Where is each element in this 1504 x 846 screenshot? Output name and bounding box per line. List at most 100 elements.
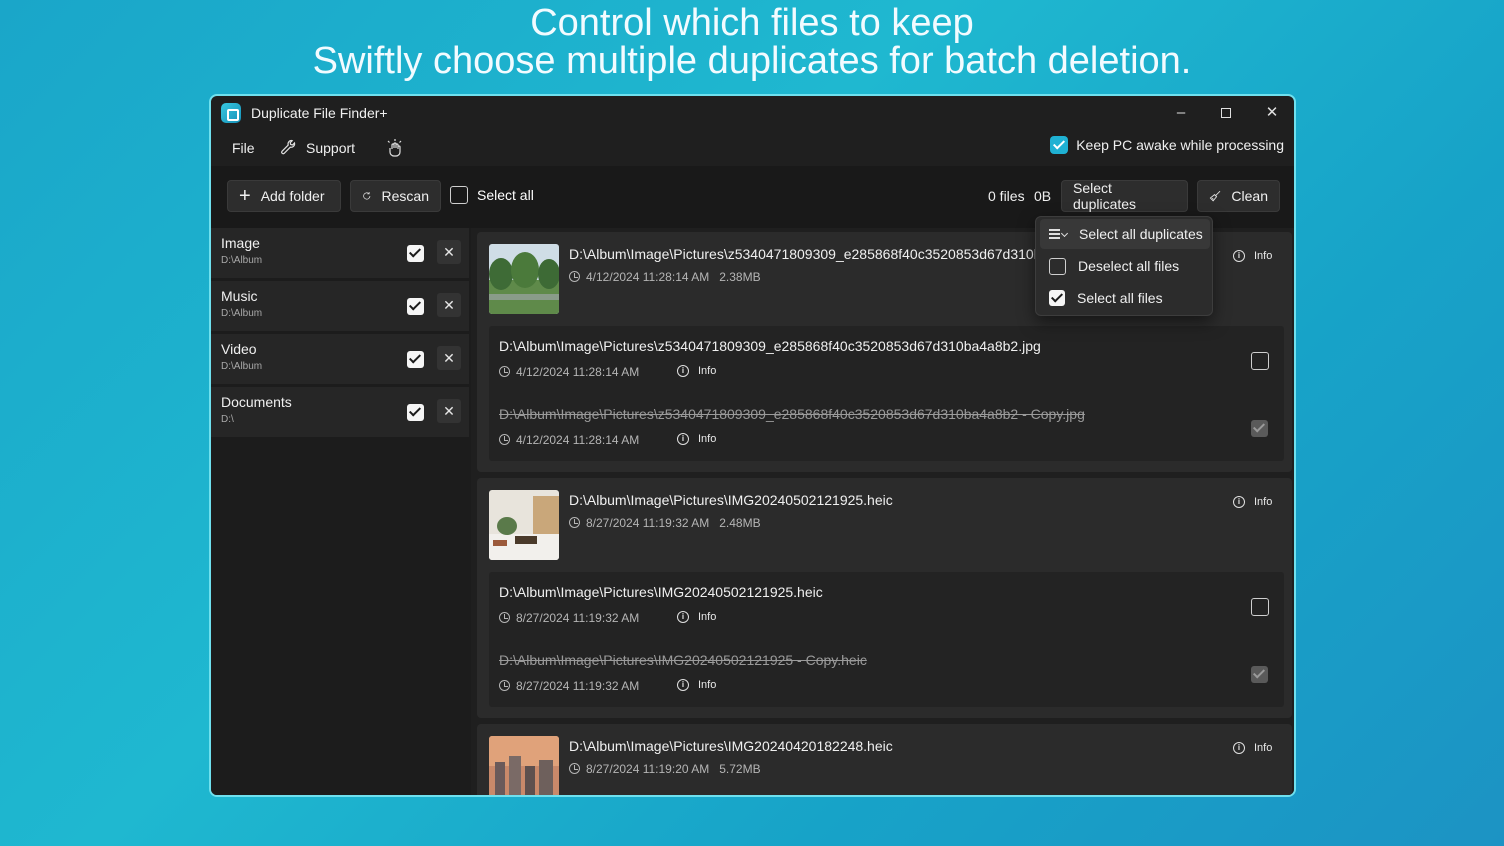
group-size: 2.48MB <box>719 516 761 530</box>
folder-path: D:\ <box>221 414 234 425</box>
clock-icon <box>499 680 510 691</box>
total-size: 0B <box>1034 188 1052 204</box>
group-date: 4/12/2024 11:28:14 AM <box>586 270 710 284</box>
group-meta: 4/12/2024 11:28:14 AM 2.38MB <box>569 270 761 284</box>
minimize-icon[interactable]: – <box>1161 100 1201 126</box>
file-meta: 4/12/2024 11:28:14 AM <box>499 433 639 447</box>
keep-awake-checkbox[interactable] <box>1050 136 1069 154</box>
list-icon <box>1049 228 1069 240</box>
select-all-toggle[interactable]: Select all <box>450 186 534 204</box>
group-info-button[interactable]: i Info <box>1233 250 1272 262</box>
image-thumbnail <box>489 736 559 795</box>
wrench-icon <box>281 139 296 155</box>
clock-icon <box>569 763 580 774</box>
select-duplicates-label: Select duplicates <box>1073 180 1137 212</box>
promo-banner: Control which files to keep Swiftly choo… <box>0 4 1504 80</box>
file-date: 8/27/2024 11:19:32 AM <box>516 611 640 625</box>
info-icon: i <box>677 365 689 377</box>
add-folder-label: Add folder <box>260 188 325 204</box>
banner-subheadline: Swiftly choose multiple duplicates for b… <box>312 40 1192 82</box>
select-all-checkbox[interactable] <box>450 186 468 204</box>
info-label: Info <box>1254 742 1273 754</box>
remove-folder-icon[interactable]: ✕ <box>437 240 461 264</box>
sparkle-hand-icon <box>387 139 402 157</box>
info-icon: i <box>1233 742 1245 754</box>
file-path: D:\Album\Image\Pictures\IMG2024050212192… <box>499 652 867 668</box>
image-thumbnail <box>489 490 559 560</box>
file-select-checkbox[interactable] <box>1251 598 1269 616</box>
file-meta: 8/27/2024 11:19:32 AM <box>499 611 639 625</box>
keep-awake-toggle[interactable]: Keep PC awake while processing <box>1050 136 1284 154</box>
file-info-button[interactable]: i Info <box>677 611 716 623</box>
menu-item-label: Select all files <box>1077 290 1163 306</box>
clean-button[interactable]: Clean <box>1197 180 1280 212</box>
info-label: Info <box>698 433 717 445</box>
group-file-path: D:\Album\Image\Pictures\z5340471809309_e… <box>569 246 1050 262</box>
folder-item[interactable]: Music D:\Album ✕ <box>211 281 469 331</box>
folder-path: D:\Album <box>221 255 263 266</box>
group-info-button[interactable]: i Info <box>1233 742 1272 754</box>
file-count: 0 files <box>988 188 1025 204</box>
folder-checkbox[interactable] <box>407 298 424 315</box>
info-icon: i <box>677 611 689 623</box>
group-meta: 8/27/2024 11:19:32 AM 2.48MB <box>569 516 761 530</box>
menu-extra-button[interactable] <box>385 138 405 158</box>
clock-icon <box>499 612 510 623</box>
app-title: Duplicate File Finder+ <box>251 105 388 121</box>
broom-icon <box>1209 190 1221 202</box>
maximize-icon[interactable] <box>1206 100 1246 126</box>
folder-item[interactable]: Video D:\Album ✕ <box>211 334 469 384</box>
folder-name: Image <box>221 235 260 251</box>
menu-item-label: Select all duplicates <box>1079 226 1203 242</box>
group-size: 5.72MB <box>719 762 761 776</box>
close-icon[interactable]: ✕ <box>1252 100 1292 126</box>
remove-folder-icon[interactable]: ✕ <box>437 399 461 423</box>
remove-folder-icon[interactable]: ✕ <box>437 346 461 370</box>
rescan-button[interactable]: Rescan <box>350 180 441 212</box>
file-select-checkbox[interactable] <box>1251 420 1268 437</box>
file-info-button[interactable]: i Info <box>677 433 716 445</box>
folder-item[interactable]: Documents D:\ ✕ <box>211 387 469 437</box>
file-info-button[interactable]: i Info <box>677 365 716 377</box>
folder-checkbox[interactable] <box>407 404 424 421</box>
folder-path: D:\Album <box>221 308 263 319</box>
refresh-icon <box>363 192 371 200</box>
select-all-label: Select all <box>477 187 534 203</box>
duplicate-group: D:\Album\Image\Pictures\IMG2024042018224… <box>477 724 1292 795</box>
file-info-button[interactable]: i Info <box>677 679 716 691</box>
clock-icon <box>569 517 580 528</box>
folder-path: D:\Album <box>221 361 263 372</box>
file-meta: 4/12/2024 11:28:14 AM <box>499 365 639 379</box>
plus-icon: + <box>239 185 251 207</box>
group-size: 2.38MB <box>719 270 761 284</box>
group-file-path: D:\Album\Image\Pictures\IMG2024050212192… <box>569 492 893 508</box>
remove-folder-icon[interactable]: ✕ <box>437 293 461 317</box>
group-meta: 8/27/2024 11:19:20 AM 5.72MB <box>569 762 761 776</box>
group-file-path: D:\Album\Image\Pictures\IMG2024042018224… <box>569 738 893 754</box>
rescan-label: Rescan <box>381 188 429 204</box>
file-select-checkbox[interactable] <box>1251 666 1268 683</box>
file-select-checkbox[interactable] <box>1251 352 1269 370</box>
menu-deselect-all-files[interactable]: Deselect all files <box>1040 251 1210 281</box>
folder-checkbox[interactable] <box>407 351 424 368</box>
folder-checkbox[interactable] <box>407 245 424 262</box>
group-info-button[interactable]: i Info <box>1233 496 1272 508</box>
duplicate-group: D:\Album\Image\Pictures\IMG2024050212192… <box>477 478 1292 718</box>
info-icon: i <box>1233 496 1245 508</box>
checkbox-empty-icon <box>1049 257 1066 275</box>
folder-item[interactable]: Image D:\Album ✕ <box>211 228 469 278</box>
add-folder-button[interactable]: + Add folder <box>227 180 341 212</box>
menu-select-all-files[interactable]: Select all files <box>1040 283 1210 313</box>
clock-icon <box>499 434 510 445</box>
file-date: 8/27/2024 11:19:32 AM <box>516 679 640 693</box>
info-label: Info <box>698 679 717 691</box>
menu-select-all-duplicates[interactable]: Select all duplicates <box>1040 219 1210 249</box>
info-icon: i <box>677 433 689 445</box>
app-window: Duplicate File Finder+ – ✕ File Support … <box>209 94 1296 797</box>
menu-support[interactable]: Support <box>279 138 355 158</box>
file-list: D:\Album\Image\Pictures\IMG2024050212192… <box>489 572 1284 707</box>
info-icon: i <box>1233 250 1245 262</box>
menu-file[interactable]: File <box>232 138 255 158</box>
select-duplicates-button[interactable]: Select duplicates <box>1061 180 1188 212</box>
file-date: 4/12/2024 11:28:14 AM <box>516 433 640 447</box>
